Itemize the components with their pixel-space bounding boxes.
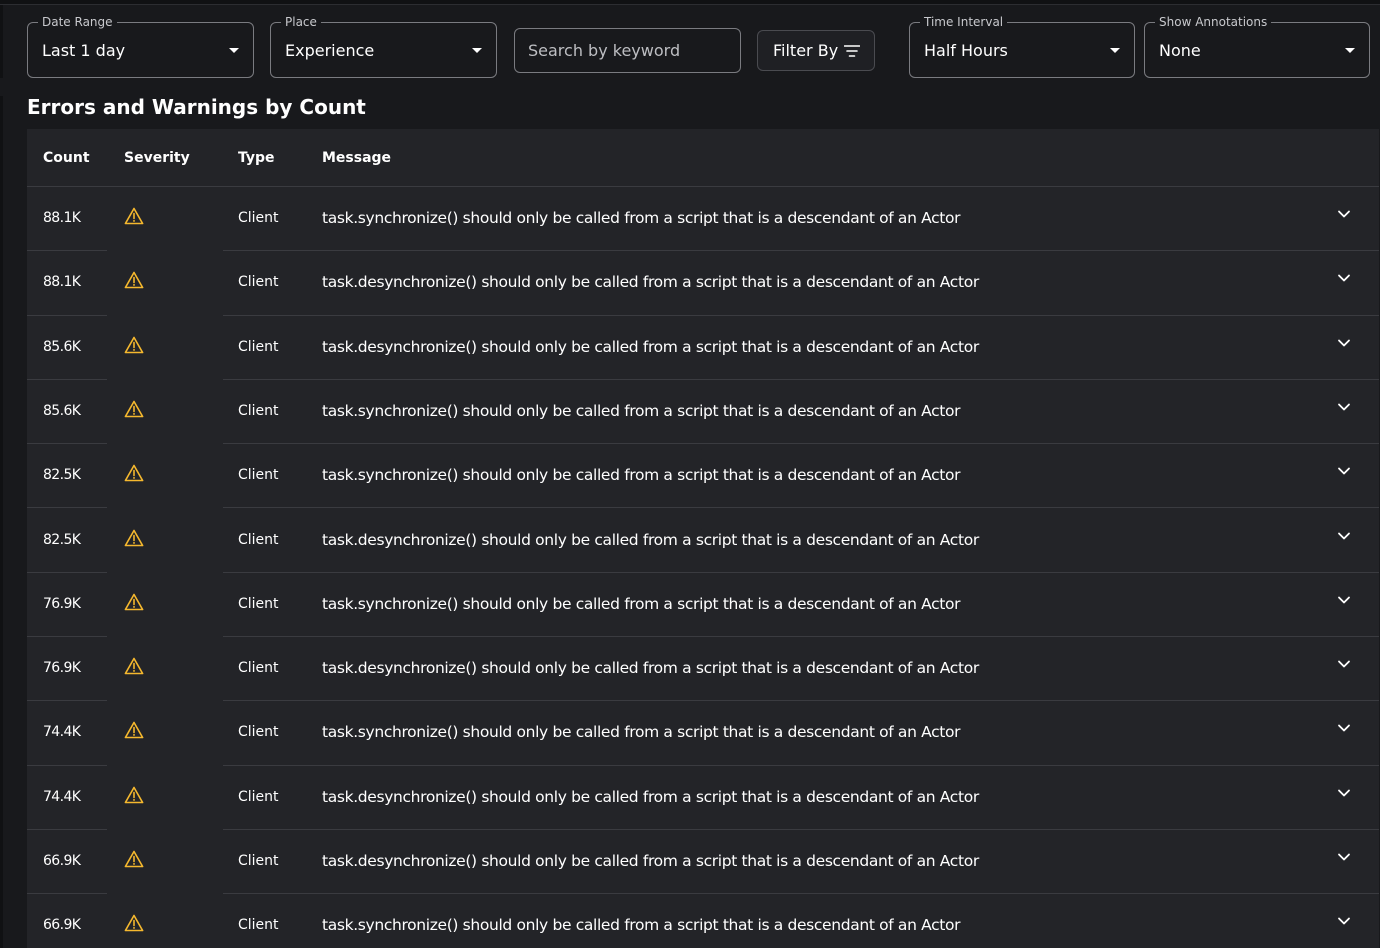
table-header: Count Severity Type Message xyxy=(27,129,1379,187)
show-annotations-select[interactable]: Show Annotations None xyxy=(1144,14,1370,78)
table-row[interactable]: 88.1K Client task.synchronize() should onl… xyxy=(27,187,1379,252)
warning-icon xyxy=(124,207,144,225)
warning-icon xyxy=(124,657,144,675)
column-header-message[interactable]: Message xyxy=(322,129,391,187)
row-type: Client xyxy=(238,595,279,612)
warning-icon xyxy=(124,464,144,482)
table-row[interactable]: 74.4K Client task.desynchronize() should o… xyxy=(27,766,1379,830)
row-type: Client xyxy=(238,724,279,741)
row-type: Client xyxy=(238,660,279,677)
table-row[interactable]: 85.6K Client task.desynchronize() should o… xyxy=(27,316,1379,380)
row-message: task.desynchronize() should only be call… xyxy=(322,337,979,356)
row-count: 82.5K xyxy=(43,531,81,548)
chevron-down-icon[interactable] xyxy=(1337,209,1351,219)
row-message: task.desynchronize() should only be call… xyxy=(322,659,979,678)
filter-by-label: Filter By xyxy=(773,41,839,60)
row-type: Client xyxy=(238,338,279,355)
row-type: Client xyxy=(238,274,279,291)
warning-icon xyxy=(124,786,144,803)
chevron-down-icon[interactable] xyxy=(1337,466,1351,476)
chevron-down-icon[interactable] xyxy=(1337,659,1351,669)
row-message: task.synchronize() should only be called… xyxy=(322,401,961,420)
show-annotations-value: None xyxy=(1159,41,1201,60)
row-message: task.desynchronize() should only be call… xyxy=(322,273,979,292)
chevron-down-icon[interactable] xyxy=(1337,338,1351,348)
row-type: Client xyxy=(238,917,279,934)
row-type: Client xyxy=(238,531,279,548)
column-header-severity[interactable]: Severity xyxy=(124,129,190,187)
caret-down-icon xyxy=(1110,48,1120,53)
section-title: Errors and Warnings by Count xyxy=(27,95,366,119)
column-header-type[interactable]: Type xyxy=(238,129,275,187)
row-message: task.synchronize() should only be called… xyxy=(322,723,961,742)
chevron-down-icon[interactable] xyxy=(1337,273,1351,283)
caret-down-icon xyxy=(1345,48,1355,53)
date-range-value: Last 1 day xyxy=(42,41,126,60)
row-count: 76.9K xyxy=(43,595,81,612)
search-input[interactable] xyxy=(514,28,741,73)
warning-icon xyxy=(124,400,144,418)
row-type: Client xyxy=(238,402,279,419)
row-message: task.desynchronize() should only be call… xyxy=(322,852,979,870)
caret-down-icon xyxy=(229,48,239,53)
row-count: 66.9K xyxy=(43,853,81,869)
chevron-down-icon[interactable] xyxy=(1337,595,1351,605)
warning-icon xyxy=(124,336,144,353)
chevron-down-icon[interactable] xyxy=(1337,723,1351,733)
warning-icon xyxy=(124,593,144,611)
warning-icon xyxy=(124,529,144,546)
chevron-down-icon[interactable] xyxy=(1337,916,1351,926)
row-message: task.desynchronize() should only be call… xyxy=(322,787,979,806)
row-type: Client xyxy=(238,853,279,869)
chevron-down-icon[interactable] xyxy=(1337,402,1351,412)
chevron-down-icon[interactable] xyxy=(1337,788,1351,798)
table-row[interactable]: 66.9K Client task.desynchronize() should o… xyxy=(27,830,1379,895)
table-row[interactable]: 88.1K Client task.desynchronize() should o… xyxy=(27,251,1379,316)
warning-icon xyxy=(124,914,144,932)
table-row[interactable]: 82.5K Client task.synchronize() should onl… xyxy=(27,444,1379,509)
row-type: Client xyxy=(238,210,279,226)
warning-icon xyxy=(124,850,144,868)
warning-icon xyxy=(124,271,144,289)
place-value: Experience xyxy=(285,41,375,60)
row-type: Client xyxy=(238,467,279,484)
table-row[interactable]: 76.9K Client task.desynchronize() should o… xyxy=(27,637,1379,702)
table-row[interactable]: 85.6K Client task.synchronize() should onl… xyxy=(27,380,1379,445)
table-row[interactable]: 82.5K Client task.desynchronize() should o… xyxy=(27,509,1379,573)
row-count: 88.1K xyxy=(43,274,81,291)
row-count: 74.4K xyxy=(43,724,81,741)
row-count: 85.6K xyxy=(43,338,81,355)
row-message: task.desynchronize() should only be call… xyxy=(322,530,979,549)
table-row[interactable]: 74.4K Client task.synchronize() should onl… xyxy=(27,701,1379,766)
table-row[interactable]: 76.9K Client task.synchronize() should onl… xyxy=(27,573,1379,638)
filter-by-button[interactable]: Filter By xyxy=(757,30,875,71)
time-interval-select[interactable]: Time Interval Half Hours xyxy=(909,14,1135,78)
error-report-page: Date Range Last 1 day Place Experience F… xyxy=(0,0,1380,948)
table-row[interactable]: 66.9K Client task.synchronize() should onl… xyxy=(27,894,1379,948)
top-edge xyxy=(0,0,1380,5)
time-interval-value: Half Hours xyxy=(924,41,1008,60)
row-count: 85.6K xyxy=(43,402,81,419)
row-count: 76.9K xyxy=(43,660,81,677)
errors-table: Count Severity Type Message 88.1K Client t… xyxy=(27,129,1379,948)
filter-lines-icon xyxy=(844,45,860,57)
row-message: task.synchronize() should only be called… xyxy=(322,594,961,613)
warning-icon xyxy=(124,722,144,739)
place-select[interactable]: Place Experience xyxy=(270,14,497,78)
row-count: 88.1K xyxy=(43,210,81,226)
caret-down-icon xyxy=(472,48,482,53)
title-clip-overlay xyxy=(0,78,1380,96)
column-header-count[interactable]: Count xyxy=(43,129,90,187)
chevron-down-icon[interactable] xyxy=(1337,852,1351,862)
row-type: Client xyxy=(238,788,279,805)
row-count: 66.9K xyxy=(43,917,81,934)
row-message: task.synchronize() should only be called… xyxy=(322,209,961,227)
row-count: 82.5K xyxy=(43,467,81,484)
chevron-down-icon[interactable] xyxy=(1337,531,1351,541)
row-count: 74.4K xyxy=(43,788,81,805)
row-message: task.synchronize() should only be called… xyxy=(322,466,961,485)
row-message: task.synchronize() should only be called… xyxy=(322,916,961,935)
date-range-select[interactable]: Date Range Last 1 day xyxy=(27,14,254,78)
left-edge xyxy=(0,5,3,948)
